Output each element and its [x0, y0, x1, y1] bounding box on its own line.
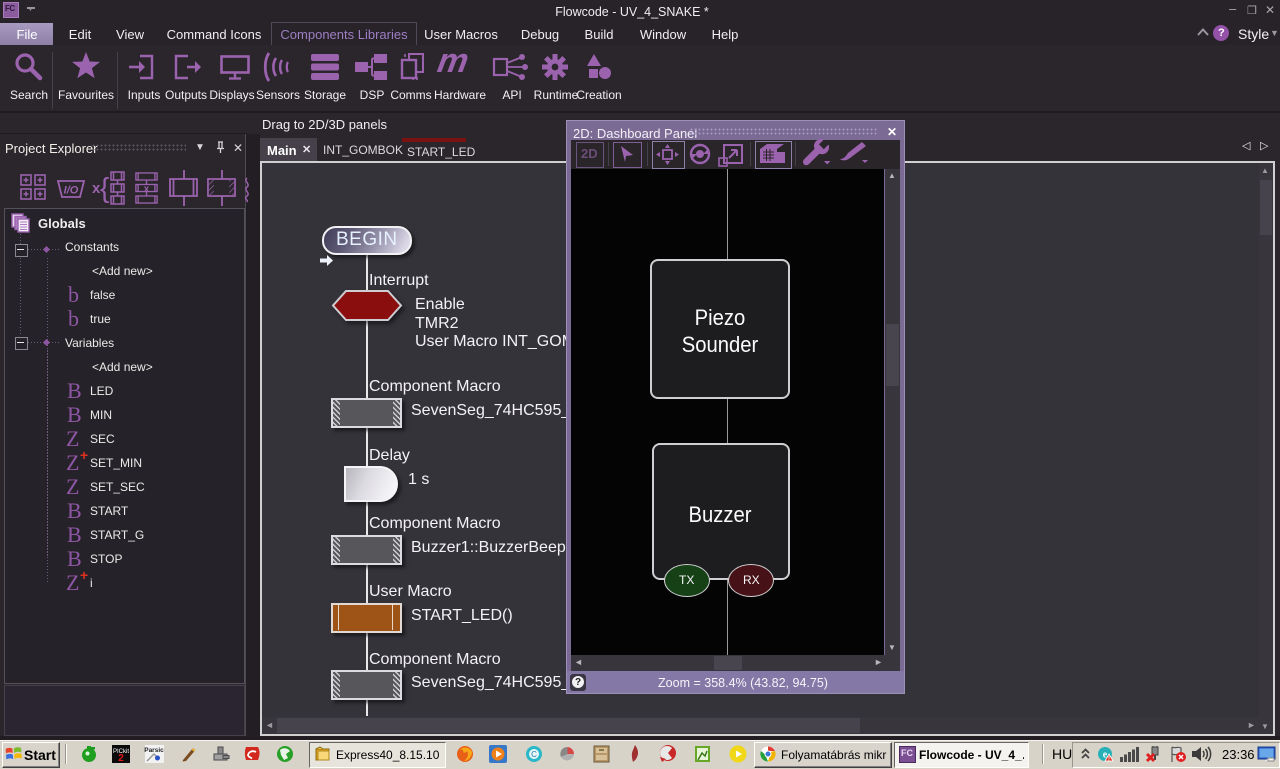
- svg-text:x: x: [144, 184, 150, 195]
- svg-text:!: !: [1108, 757, 1110, 763]
- svg-text:2: 2: [118, 753, 124, 764]
- svg-text:I/O: I/O: [64, 185, 79, 197]
- svg-text:C: C: [531, 750, 537, 759]
- svg-text:Parsic: Parsic: [144, 747, 164, 754]
- svg-text:{: {: [100, 172, 109, 203]
